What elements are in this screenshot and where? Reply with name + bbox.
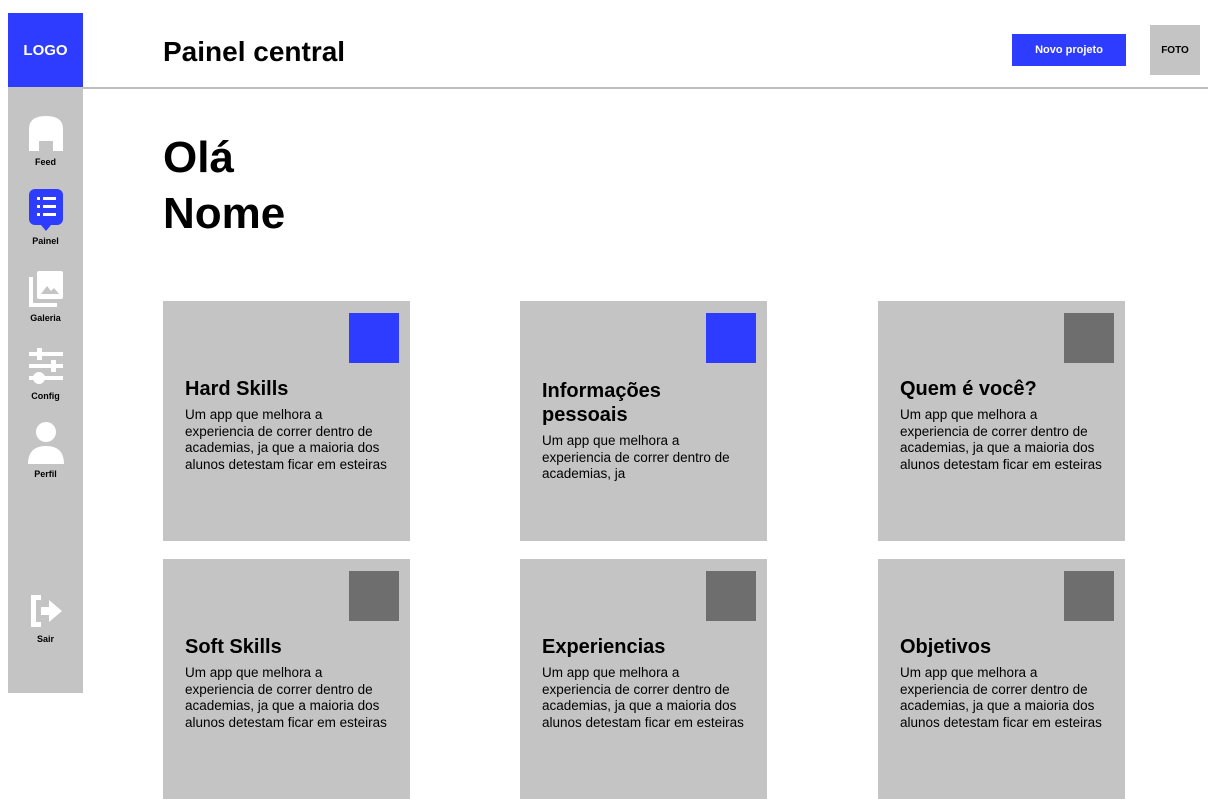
card-soft-skills[interactable]: Soft Skills Um app que melhora a experie… [163,559,410,799]
card-square [1064,571,1114,621]
sidebar-item-painel[interactable]: Painel [8,188,83,246]
card-square [706,571,756,621]
sidebar-item-perfil[interactable]: Perfil [8,421,83,479]
card-hard-skills[interactable]: Hard Skills Um app que melhora a experie… [163,301,410,541]
greeting-line: Olá [163,133,234,182]
greeting-name: Nome [163,189,286,238]
card-description: Um app que melhora a experiencia de corr… [542,665,744,730]
card-title: Informações pessoais [542,380,661,426]
card-square [349,313,399,363]
sliders-icon [28,348,63,384]
sidebar-item-label: Feed [34,157,56,167]
greeting: Olá Nome [163,130,285,242]
logout-icon [30,595,62,627]
avatar[interactable]: FOTO [1150,25,1200,75]
list-icon [28,189,63,231]
card-square [349,571,399,621]
card-square [1064,313,1114,363]
card-title: Objetivos [900,636,992,658]
card-objetivos[interactable]: Objetivos Um app que melhora a experienc… [878,559,1125,799]
user-icon [27,422,64,464]
header-divider [83,87,1208,89]
sidebar-item-label: Sair [36,634,54,644]
sidebar-item-config[interactable]: Config [8,345,83,401]
new-project-button[interactable]: Novo projeto [1012,34,1126,66]
card-description: Um app que melhora a experiencia de corr… [542,433,730,481]
home-icon [28,116,63,151]
sidebar-item-feed[interactable]: Feed [8,113,83,167]
sidebar-item-label: Config [31,391,60,401]
sidebar-item-label: Perfil [34,469,57,479]
gallery-icon [28,271,63,307]
sidebar-item-galeria[interactable]: Galeria [8,269,83,323]
card-quem-e-voce[interactable]: Quem é você? Um app que melhora a experi… [878,301,1125,541]
card-title: Quem é você? [900,378,1037,400]
card-title: Soft Skills [185,636,282,658]
card-title: Experiencias [542,636,666,658]
sidebar: Feed Painel Galeria Config Perfil Sair [8,87,83,693]
card-description: Um app que melhora a experiencia de corr… [900,407,1102,472]
card-title: Hard Skills [185,378,289,400]
card-description: Um app que melhora a experiencia de corr… [185,407,387,472]
card-square [706,313,756,363]
card-description: Um app que melhora a experiencia de corr… [900,665,1102,730]
page-title: Painel central [163,36,346,67]
sidebar-item-label: Painel [32,236,59,246]
card-experiencias[interactable]: Experiencias Um app que melhora a experi… [520,559,767,799]
sidebar-item-label: Galeria [30,313,61,323]
card-informacoes-pessoais[interactable]: Informações pessoais Um app que melhora … [520,301,767,541]
sidebar-item-sair[interactable]: Sair [8,592,83,644]
card-description: Um app que melhora a experiencia de corr… [185,665,387,730]
logo[interactable]: LOGO [8,13,83,87]
